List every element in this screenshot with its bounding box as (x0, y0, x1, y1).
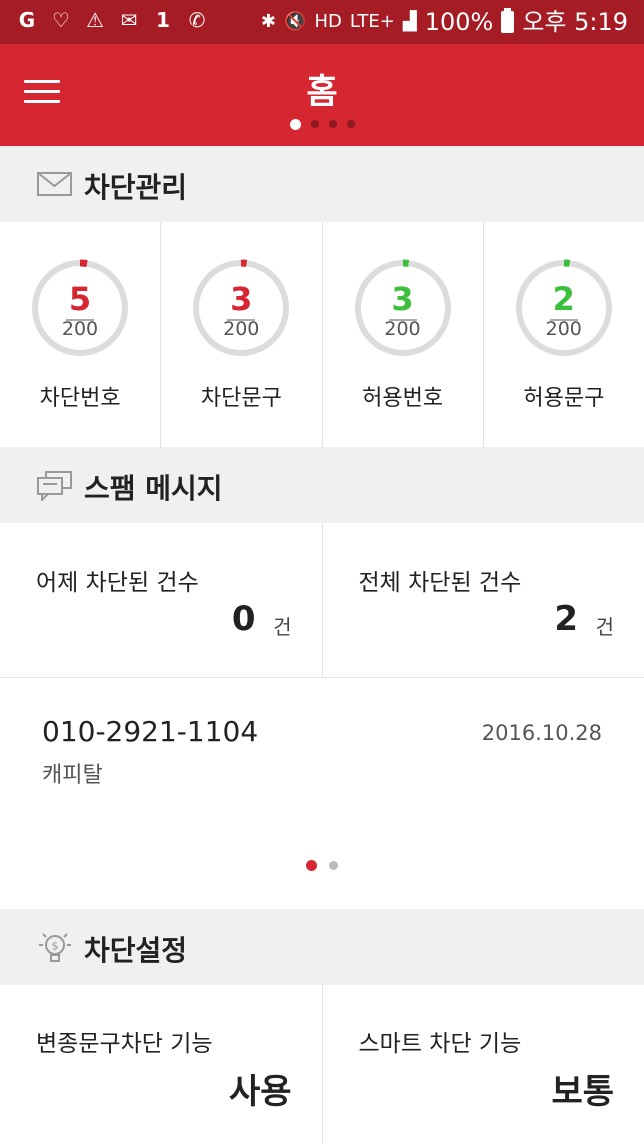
block-settings: 변종문구차단 기능 사용 스마트 차단 기능 보통 (0, 984, 644, 1144)
chat-bubbles-icon (37, 471, 72, 501)
clock: 오후 5:19 (522, 8, 628, 36)
network-type: LTE+ (349, 11, 395, 32)
setting-value: 사용 (228, 1072, 292, 1112)
section-title: 차단관리 (84, 171, 188, 204)
total-blocked-stat[interactable]: 전체 차단된 건수 2 건 (323, 523, 644, 677)
gauge-label: 차단문구 (200, 386, 282, 411)
message-pager (0, 860, 644, 871)
stat-unit: 건 (595, 615, 614, 639)
gauge-max: 200 (61, 318, 99, 340)
page-title: 홈 (306, 72, 338, 112)
gauge-label: 허용문구 (523, 386, 605, 411)
smart-block-setting[interactable]: 스마트 차단 기능 보통 (323, 984, 644, 1144)
heart-app-icon: ♡ (52, 8, 70, 32)
yesterday-blocked-stat[interactable]: 어제 차단된 건수 0 건 (0, 523, 323, 677)
battery-icon (501, 8, 515, 33)
hd-voice-icon: HD (314, 11, 342, 32)
signal-icon: ▟ (402, 11, 417, 32)
gauge-allowed-phrases[interactable]: 2 200 허용문구 (484, 222, 644, 447)
page-dot[interactable] (346, 120, 355, 128)
section-title: 스팸 메시지 (84, 472, 223, 505)
spam-stats: 어제 차단된 건수 0 건 전체 차단된 건수 2 건 (0, 523, 644, 678)
message-sender: 캐피탈 (42, 763, 103, 788)
message-date: 2016.10.28 (481, 721, 602, 745)
block-management-gauges: 5 200 차단번호 3 200 차단문구 3 200 허용번호 2 200 허… (0, 222, 644, 447)
battery-percent: 100% (424, 8, 494, 36)
app-header: 홈 (0, 44, 644, 146)
mail-icon: ✉ (120, 8, 138, 32)
svg-text:$: $ (52, 940, 59, 953)
gauge-value: 3 (230, 280, 253, 318)
mute-icon: 🔇 (284, 11, 307, 32)
g-app-icon: G (18, 8, 36, 32)
setting-label: 변종문구차단 기능 (36, 1031, 213, 1057)
gauge-max: 200 (384, 318, 421, 340)
gauge-label: 차단번호 (39, 386, 121, 411)
stat-count: 0 (231, 599, 256, 639)
page-dot[interactable] (328, 120, 337, 128)
pager-dot[interactable] (329, 861, 338, 870)
gauge-blocked-phrases[interactable]: 3 200 차단문구 (161, 222, 323, 447)
gauge-label: 허용번호 (362, 386, 444, 411)
stat-unit: 건 (273, 615, 292, 639)
bluetooth-icon: ✱ (260, 11, 277, 32)
gauge-allowed-numbers[interactable]: 3 200 허용번호 (323, 222, 484, 447)
gauge-max: 200 (223, 318, 260, 340)
block-management-header: 차단관리 (0, 146, 644, 222)
section-title: 차단설정 (84, 934, 188, 967)
stat-count: 2 (554, 599, 578, 639)
setting-value: 보통 (551, 1072, 614, 1112)
notification-one-icon: 1 (156, 8, 170, 32)
gauge-max: 200 (545, 318, 582, 340)
message-phone-number: 010-2921-1104 (42, 715, 259, 748)
gauge-value: 5 (68, 280, 92, 318)
stat-label: 어제 차단된 건수 (36, 570, 199, 596)
notification-icons: G ♡ ⚠ ✉ 1 ✆ (16, 8, 208, 32)
gauge-value: 2 (552, 280, 575, 318)
setting-label: 스마트 차단 기능 (358, 1031, 522, 1057)
page-dot[interactable] (310, 120, 319, 128)
page-indicator (0, 118, 644, 130)
block-settings-header: $ 차단설정 (0, 909, 644, 985)
envelope-icon (37, 172, 72, 196)
warning-icon: ⚠ (86, 8, 104, 32)
stat-label: 전체 차단된 건수 (358, 570, 522, 596)
missed-call-icon: ✆ (188, 8, 206, 32)
system-status: ✱ 🔇 HD LTE+ ▟ 100% 오후 5:19 (261, 6, 628, 38)
spam-message-header: 스팸 메시지 (0, 447, 644, 523)
gauge-progress (79, 259, 88, 268)
lightbulb-dollar-icon: $ (39, 933, 71, 962)
gauge-blocked-numbers[interactable]: 5 200 차단번호 (0, 222, 162, 447)
page-dot-active[interactable] (289, 118, 301, 130)
variant-phrase-block-setting[interactable]: 변종문구차단 기능 사용 (0, 984, 323, 1144)
status-bar: G ♡ ⚠ ✉ 1 ✆ ✱ 🔇 HD LTE+ ▟ 100% 오후 5:19 (0, 0, 644, 44)
spam-message-card[interactable]: 010-2921-1104 2016.10.28 캐피탈 (0, 679, 644, 909)
pager-dot-active[interactable] (306, 860, 317, 871)
gauge-value: 3 (391, 280, 414, 318)
